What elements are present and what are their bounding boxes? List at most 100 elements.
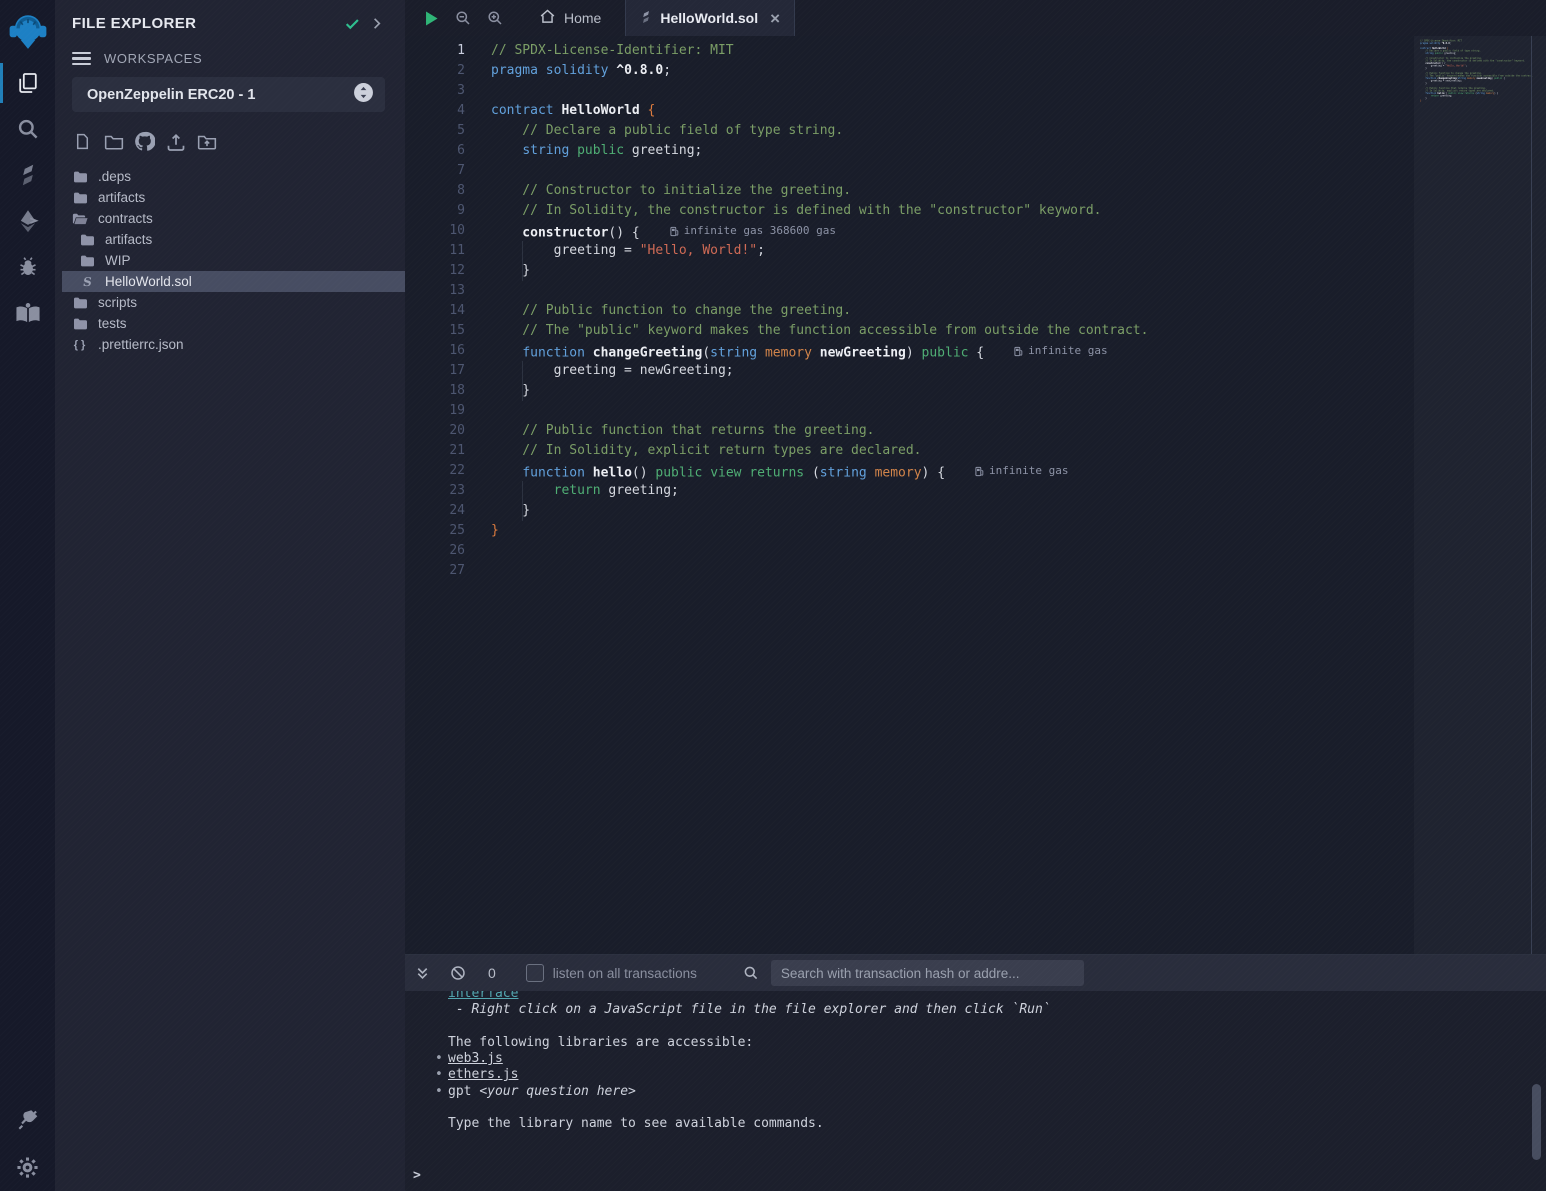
tree-item-wip[interactable]: WIP bbox=[55, 250, 405, 271]
tree-item-deps[interactable]: .deps bbox=[55, 166, 405, 187]
settings-icon[interactable] bbox=[0, 1143, 55, 1191]
folder-icon bbox=[72, 316, 88, 332]
panel-title: FILE EXPLORER bbox=[72, 15, 340, 32]
workspace-select[interactable]: OpenZeppelin ERC20 - 1 bbox=[72, 77, 385, 112]
code-line-18: } bbox=[491, 381, 1546, 401]
code-line-22: function hello() public view returns (st… bbox=[491, 461, 1546, 481]
collapse-icon[interactable] bbox=[415, 966, 430, 981]
chevron-right-icon[interactable] bbox=[364, 13, 388, 33]
run-icon[interactable] bbox=[415, 0, 447, 36]
workspaces-menu-icon[interactable] bbox=[72, 52, 91, 66]
tree-item-tests[interactable]: tests bbox=[55, 313, 405, 334]
code-line-15: // The "public" keyword makes the functi… bbox=[491, 321, 1546, 341]
tree-item-prettierrc-json[interactable]: { }.prettierrc.json bbox=[55, 334, 405, 355]
terminal-link-ethers-js[interactable]: ethers.js bbox=[448, 1067, 518, 1082]
file-explorer-panel: FILE EXPLORER WORKSPACES OpenZeppelin ER… bbox=[55, 0, 405, 1191]
bullet: • bbox=[435, 1067, 448, 1083]
terminal-output[interactable]: interface - Right click on a JavaScript … bbox=[405, 991, 1546, 1191]
tree-item-artifacts[interactable]: artifacts bbox=[55, 187, 405, 208]
terminal-link-interface[interactable]: interface bbox=[448, 991, 518, 1001]
code-line-9: // In Solidity, the constructor is defin… bbox=[491, 201, 1546, 221]
code-line-2: pragma solidity ^0.8.0; bbox=[491, 61, 1546, 81]
code-line-7 bbox=[491, 161, 1546, 181]
code-line-10: constructor() {infinite gas 368600 gas bbox=[491, 221, 1546, 241]
json-icon: { } bbox=[72, 337, 88, 353]
tree-item-artifacts[interactable]: artifacts bbox=[55, 229, 405, 250]
file-explorer-icon[interactable] bbox=[0, 60, 55, 106]
code-line-25: } bbox=[491, 521, 1546, 541]
code-line-27 bbox=[491, 561, 1546, 581]
tab-home[interactable]: Home bbox=[525, 0, 615, 36]
code-lines: // SPDX-License-Identifier: MITpragma so… bbox=[471, 41, 1546, 954]
home-icon bbox=[539, 8, 556, 28]
code-line-13 bbox=[491, 281, 1546, 301]
accept-check-icon[interactable] bbox=[340, 13, 364, 33]
clear-icon[interactable] bbox=[450, 965, 466, 981]
code-line-14: // Public function to change the greetin… bbox=[491, 301, 1546, 321]
upload-folder-icon[interactable] bbox=[196, 131, 217, 152]
minimap[interactable]: // SPDX-License-Identifier: MITpragma so… bbox=[1414, 36, 1546, 954]
new-folder-icon[interactable] bbox=[103, 131, 124, 152]
learneth-icon[interactable] bbox=[0, 290, 55, 336]
search-icon[interactable] bbox=[0, 106, 55, 152]
code-line-19 bbox=[491, 401, 1546, 421]
gas-estimate: infinite gas 368600 gas bbox=[670, 221, 836, 241]
upload-file-icon[interactable] bbox=[165, 131, 186, 152]
folder-open-icon bbox=[72, 211, 88, 227]
zoom-out-icon[interactable] bbox=[447, 0, 479, 36]
tree-item-contracts[interactable]: contracts bbox=[55, 208, 405, 229]
tree-item-helloworld-sol[interactable]: SHelloWorld.sol bbox=[62, 271, 405, 292]
bullet: • bbox=[435, 1084, 448, 1100]
code-line-12: } bbox=[491, 261, 1546, 281]
code-line-11: greeting = "Hello, World!"; bbox=[491, 241, 1546, 261]
remix-ide-app: FILE EXPLORER WORKSPACES OpenZeppelin ER… bbox=[0, 0, 1546, 1191]
editor-tabbar: Home HelloWorld.sol × bbox=[405, 0, 1546, 36]
tab-label: HelloWorld.sol bbox=[660, 10, 758, 26]
code-line-16: function changeGreeting(string memory ne… bbox=[491, 341, 1546, 361]
code-line-1: // SPDX-License-Identifier: MIT bbox=[491, 41, 1546, 61]
zoom-in-icon[interactable] bbox=[479, 0, 511, 36]
terminal-prompt: > bbox=[413, 1168, 421, 1183]
listen-checkbox[interactable] bbox=[526, 964, 544, 982]
new-file-icon[interactable] bbox=[72, 131, 93, 152]
editor: Home HelloWorld.sol × 123456789101112131… bbox=[405, 0, 1546, 954]
code-line-17: greeting = newGreeting; bbox=[491, 361, 1546, 381]
terminal-scrollbar[interactable] bbox=[1532, 1084, 1541, 1160]
code-line-26 bbox=[491, 541, 1546, 561]
terminal-toolbar: 0 listen on all transactions bbox=[405, 955, 1546, 991]
code-line-8: // Constructor to initialize the greetin… bbox=[491, 181, 1546, 201]
file-tree: .depsartifactscontractsartifactsWIPSHell… bbox=[55, 166, 405, 355]
code-line-24: } bbox=[491, 501, 1546, 521]
gas-estimate: infinite gas bbox=[1014, 341, 1107, 361]
main-column: Home HelloWorld.sol × 123456789101112131… bbox=[405, 0, 1546, 1191]
folder-icon bbox=[72, 295, 88, 311]
workspace-selected: OpenZeppelin ERC20 - 1 bbox=[87, 87, 353, 103]
tab-helloworld-sol[interactable]: HelloWorld.sol × bbox=[625, 0, 795, 36]
tree-item-scripts[interactable]: scripts bbox=[55, 292, 405, 313]
solidity-compiler-icon[interactable] bbox=[0, 152, 55, 198]
code-line-3 bbox=[491, 81, 1546, 101]
search-icon bbox=[743, 965, 759, 981]
folder-icon bbox=[79, 232, 95, 248]
workspace-switch-icon[interactable] bbox=[353, 82, 374, 108]
code-line-20: // Public function that returns the gree… bbox=[491, 421, 1546, 441]
listen-label: listen on all transactions bbox=[553, 966, 697, 981]
terminal-search-input[interactable] bbox=[771, 960, 1084, 986]
close-icon[interactable]: × bbox=[770, 10, 780, 27]
debugger-icon[interactable] bbox=[0, 244, 55, 290]
minimap-code: // SPDX-License-Identifier: MITpragma so… bbox=[1420, 40, 1529, 107]
bullet: • bbox=[435, 1051, 448, 1067]
terminal-link-web3-js[interactable]: web3.js bbox=[448, 1051, 503, 1066]
line-number-gutter: 1234567891011121314151617181920212223242… bbox=[405, 41, 471, 954]
icon-rail bbox=[0, 0, 55, 1191]
deploy-run-icon[interactable] bbox=[0, 198, 55, 244]
code-line-21: // In Solidity, explicit return types ar… bbox=[491, 441, 1546, 461]
folder-icon bbox=[72, 169, 88, 185]
code-line-23: return greeting; bbox=[491, 481, 1546, 501]
code-area[interactable]: 1234567891011121314151617181920212223242… bbox=[405, 36, 1546, 954]
github-icon[interactable] bbox=[134, 131, 155, 152]
plugin-manager-icon[interactable] bbox=[0, 1095, 55, 1143]
folder-icon bbox=[72, 190, 88, 206]
code-line-4: contract HelloWorld { bbox=[491, 101, 1546, 121]
remix-logo[interactable] bbox=[0, 2, 55, 60]
